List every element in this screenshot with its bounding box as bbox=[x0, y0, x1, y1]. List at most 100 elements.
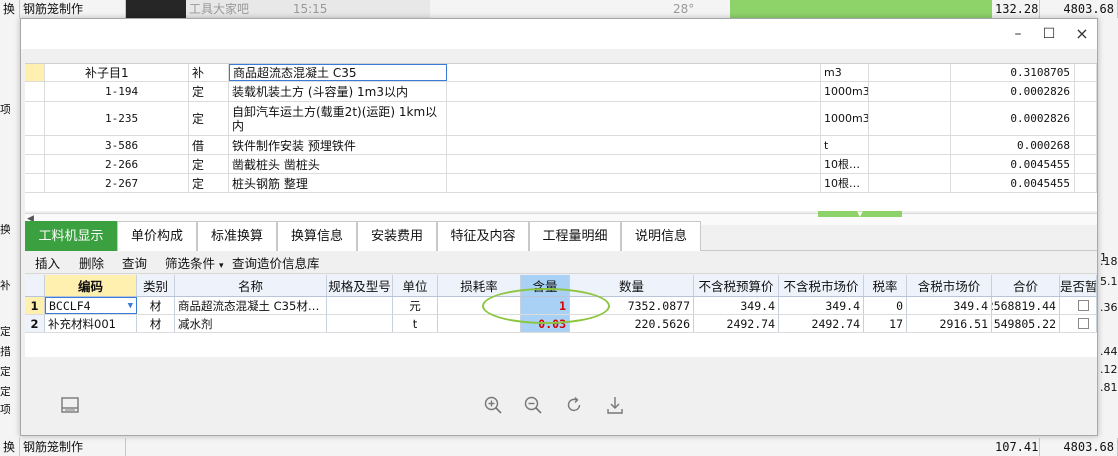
bg-left-char: 项 bbox=[0, 104, 10, 116]
header-loss-rate[interactable]: 损耗率 bbox=[438, 275, 521, 296]
quota-name: 自卸汽车运土方(载重2t)(运距) 1km以内 bbox=[229, 102, 447, 135]
tab-quantity-detail[interactable]: 工程量明细 bbox=[529, 221, 621, 251]
provisional-checkbox[interactable] bbox=[1060, 297, 1097, 314]
header-code[interactable]: 编码 bbox=[45, 275, 137, 296]
bg-right-value: .44 bbox=[1100, 346, 1118, 358]
quota-empty bbox=[869, 155, 951, 173]
loss-cell[interactable] bbox=[438, 315, 521, 332]
tax-market-price-cell[interactable]: 2916.51 bbox=[907, 315, 992, 332]
tab-price-composition[interactable]: 单价构成 bbox=[117, 221, 197, 251]
loss-cell[interactable] bbox=[438, 297, 521, 314]
table-row[interactable]: 1 BCCLF4 ▼ 材 商品超流态混凝土 C35材… 元 1 7352.087… bbox=[25, 297, 1097, 315]
zoom-out-icon[interactable] bbox=[523, 395, 543, 415]
dialog-titlebar: – ☐ × bbox=[21, 19, 1097, 49]
chevron-down-icon[interactable]: ▼ bbox=[128, 301, 133, 311]
row-indicator bbox=[25, 174, 45, 192]
table-row[interactable]: 1-194 定 装载机装土方 (斗容量) 1m3以内 1000m3 0.0002… bbox=[25, 82, 1097, 102]
zoom-in-icon[interactable] bbox=[483, 395, 503, 415]
header-name[interactable]: 名称 bbox=[175, 275, 327, 296]
name-cell[interactable]: 商品超流态混凝土 C35材… bbox=[175, 297, 327, 314]
tab-notes[interactable]: 说明信息 bbox=[621, 221, 701, 251]
spec-cell[interactable] bbox=[327, 315, 393, 332]
header-unit[interactable]: 单位 bbox=[393, 275, 438, 296]
code-dropdown[interactable]: BCCLF4 ▼ bbox=[45, 297, 137, 314]
delete-button[interactable]: 删除 bbox=[79, 254, 104, 274]
header-total[interactable]: 合价 bbox=[992, 275, 1060, 296]
rotate-icon[interactable] bbox=[564, 395, 584, 415]
header-provisional[interactable]: 是否暂 bbox=[1060, 275, 1097, 296]
quota-qty: 0.000268 bbox=[951, 136, 1075, 154]
table-row[interactable]: 补子目1 补 商品超流态混凝土 C35 m3 0.3108705 bbox=[25, 64, 1097, 82]
content-cell[interactable]: 0.03 bbox=[521, 315, 570, 332]
code-cell[interactable]: 补充材料001 bbox=[45, 315, 137, 332]
budget-price-cell[interactable]: 349.4 bbox=[694, 297, 779, 314]
name-cell[interactable]: 减水剂 bbox=[175, 315, 327, 332]
table-header: 编码 类别 名称 规格及型号 单位 损耗率 含量 数量 不含税预算价 不含税市场… bbox=[25, 275, 1097, 297]
quota-name[interactable]: 商品超流态混凝土 C35 bbox=[229, 64, 447, 81]
quota-type: 定 bbox=[189, 174, 229, 192]
quota-extra bbox=[1075, 174, 1097, 192]
close-button[interactable]: × bbox=[1071, 25, 1093, 43]
tab-installation-cost[interactable]: 安装费用 bbox=[357, 221, 437, 251]
price-library-button[interactable]: 查询造价信息库 bbox=[232, 254, 320, 274]
provisional-checkbox[interactable] bbox=[1060, 315, 1097, 332]
bg-left-char: 换 bbox=[0, 0, 20, 18]
maximize-button[interactable]: ☐ bbox=[1038, 25, 1060, 43]
bg-bottom-left-text: 钢筋笼制作 bbox=[20, 438, 126, 456]
bg-right-value: .81 bbox=[1100, 382, 1118, 394]
header-market-price[interactable]: 不含税市场价 bbox=[779, 275, 864, 296]
bg-top-value-1: 132.288 bbox=[992, 0, 1040, 18]
quota-empty bbox=[869, 82, 951, 101]
tab-features[interactable]: 特征及内容 bbox=[437, 221, 529, 251]
header-tax-market-price[interactable]: 含税市场价 bbox=[907, 275, 992, 296]
bg-left-char: 定 bbox=[0, 366, 10, 378]
quota-empty bbox=[869, 64, 951, 81]
minimize-button[interactable]: – bbox=[1007, 25, 1029, 43]
header-quantity[interactable]: 数量 bbox=[570, 275, 694, 296]
tax-market-price-cell[interactable]: 349.4 bbox=[907, 297, 992, 314]
bg-green-block bbox=[730, 0, 992, 20]
total-cell: 549805.22 bbox=[992, 315, 1060, 332]
table-row[interactable]: 3-586 借 铁件制作安装 预埋铁件 t 0.000268 bbox=[25, 136, 1097, 155]
header-category[interactable]: 类别 bbox=[137, 275, 175, 296]
header-budget-price[interactable]: 不含税预算价 bbox=[694, 275, 779, 296]
download-icon[interactable] bbox=[605, 395, 625, 415]
tax-rate-cell[interactable]: 0 bbox=[864, 297, 907, 314]
table-row[interactable]: 2 补充材料001 材 减水剂 t 0.03 220.5626 2492.74 … bbox=[25, 315, 1097, 333]
table-row[interactable]: 1-235 定 自卸汽车运土方(载重2t)(运距) 1km以内 1000m3 0… bbox=[25, 102, 1097, 136]
table-row[interactable]: 2-267 定 桩头钢筋 整理 10根… 0.0045455 bbox=[25, 174, 1097, 193]
table-row[interactable]: 2-266 定 凿截桩头 凿桩头 10根… 0.0045455 bbox=[25, 155, 1097, 174]
query-button[interactable]: 查询 bbox=[122, 254, 147, 274]
tab-conversion-info[interactable]: 换算信息 bbox=[277, 221, 357, 251]
quota-unit: 1000m3 bbox=[821, 82, 869, 101]
insert-button[interactable]: 插入 bbox=[35, 254, 60, 274]
filter-button[interactable]: 筛选条件 ▾ bbox=[165, 254, 224, 274]
header-spec[interactable]: 规格及型号 bbox=[327, 275, 393, 296]
header-tax-rate[interactable]: 税率 bbox=[864, 275, 907, 296]
market-price-cell[interactable]: 2492.74 bbox=[779, 315, 864, 332]
header-content[interactable]: 含量 bbox=[521, 275, 570, 296]
budget-price-cell[interactable]: 2492.74 bbox=[694, 315, 779, 332]
row-indicator bbox=[25, 64, 45, 81]
checkbox-icon[interactable] bbox=[1078, 318, 1089, 329]
quota-spacer bbox=[447, 64, 821, 81]
market-price-cell[interactable]: 349.4 bbox=[779, 297, 864, 314]
bg-dark-block bbox=[126, 0, 186, 20]
panel-splitter[interactable]: ▼ bbox=[818, 211, 902, 218]
tax-rate-cell[interactable]: 17 bbox=[864, 315, 907, 332]
bg-left-char: 定 bbox=[0, 386, 10, 398]
quota-code: 3-586 bbox=[45, 136, 189, 154]
tab-standard-conversion[interactable]: 标准换算 bbox=[197, 221, 277, 251]
quota-extra bbox=[1075, 155, 1097, 173]
row-number: 1 bbox=[25, 297, 45, 314]
checkbox-icon[interactable] bbox=[1078, 300, 1089, 311]
spec-cell[interactable] bbox=[327, 297, 393, 314]
quota-empty bbox=[869, 136, 951, 154]
quota-empty bbox=[869, 174, 951, 192]
content-cell[interactable]: 1 bbox=[521, 297, 570, 314]
tab-materials[interactable]: 工料机显示 bbox=[25, 221, 117, 251]
sidebar-toggle-icon[interactable] bbox=[60, 395, 80, 415]
quota-unit: 10根… bbox=[821, 174, 869, 192]
bg-top-value-2: 4803.68 bbox=[1040, 0, 1118, 18]
bg-left-char: 换 bbox=[0, 438, 20, 456]
